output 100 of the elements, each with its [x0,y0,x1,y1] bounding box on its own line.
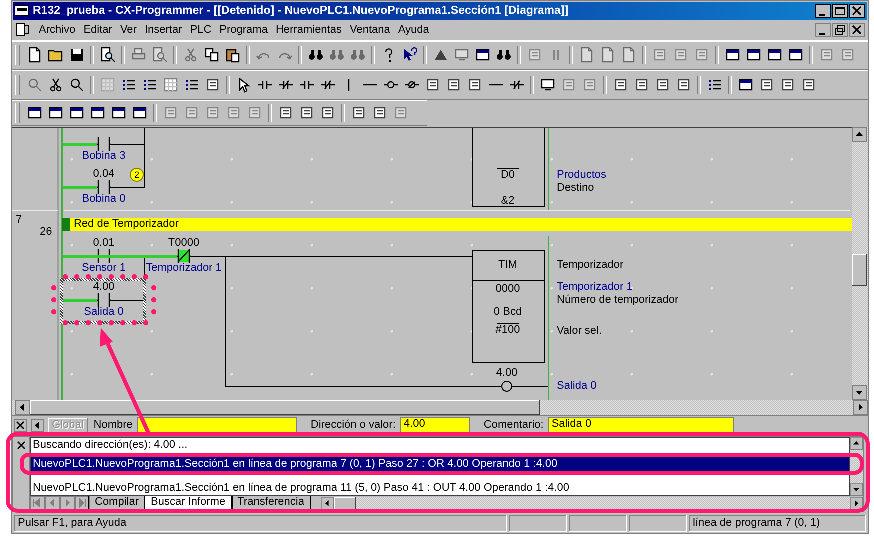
clipboard-icon[interactable] [224,47,240,64]
scroll-up-icon[interactable] [850,436,863,450]
framed-square-icon[interactable] [800,77,816,94]
name-field[interactable] [136,417,297,434]
horizontal-scrollbar[interactable] [12,400,868,416]
operand: 0000 [496,282,520,296]
monitor-icon[interactable] [540,77,556,94]
window-icon[interactable] [68,104,84,121]
scroll-down-icon[interactable] [850,482,863,496]
menu-item[interactable]: PLC [186,24,216,36]
scissors-icon[interactable] [48,77,64,94]
framed-square-icon[interactable] [612,77,628,94]
scroll-thumb[interactable] [30,400,540,416]
operand: &2 [501,194,515,208]
help-pointer-icon[interactable] [402,47,418,64]
field-label: Nombre [94,419,133,432]
framed-square-icon[interactable] [204,77,220,94]
rung-number: 7 [16,214,22,227]
close-icon[interactable] [16,440,26,451]
framed-square-icon[interactable] [634,77,650,94]
window-icon[interactable] [26,104,42,121]
scroll-right-icon[interactable] [850,496,863,510]
output-line[interactable]: Buscando dirección(es): 4.00 ... [31,438,849,452]
app-icon [15,4,29,17]
operand: 0 Bcd [494,306,522,319]
power-flow-line [63,298,97,302]
menu-item[interactable]: Ayuda [394,24,434,36]
scroll-right-icon[interactable] [853,400,868,416]
contact-address: 0.01 [93,236,115,250]
contact-address: T0000 [168,236,200,250]
framed-square-icon[interactable] [466,77,482,94]
framed-square-icon[interactable] [654,77,670,94]
framed-square-icon[interactable] [350,104,366,121]
close-icon[interactable] [849,23,865,38]
framed-square-icon[interactable] [676,77,692,94]
window-icon[interactable] [90,104,106,121]
operand: #100 [496,324,520,337]
vertical-scrollbar[interactable] [852,126,868,400]
menu-item[interactable]: Archivo [35,24,80,36]
comment-field[interactable]: Salida 0 [548,417,734,434]
framed-square-icon[interactable] [278,104,294,121]
output-tab[interactable]: Transferencia [230,496,312,510]
restore-icon[interactable] [832,23,848,38]
window-icon[interactable] [110,104,126,121]
power-flow-line [63,186,97,189]
scroll-thumb[interactable] [334,496,356,510]
close-icon[interactable] [14,418,27,432]
document-icon[interactable] [26,47,42,64]
scroll-down-icon[interactable] [852,385,867,400]
status-text: Pulsar F1, para Ayuda [14,515,507,532]
framed-square-icon[interactable] [424,77,440,94]
scroll-left-icon[interactable] [321,496,334,510]
address-field[interactable]: 4.00 [400,417,470,434]
close-icon[interactable] [849,4,865,18]
menu-item[interactable]: Programa [216,24,272,36]
framed-square-icon[interactable] [320,104,336,121]
framed-square-icon[interactable] [758,77,774,94]
output-tab[interactable]: Buscar Informe [144,496,233,510]
output-line[interactable]: NuevoPLC1.NuevoPrograma1.Sección1 en línea de programa 11 (5, 0) Paso 41 : OUT 4.00 Operando 1 :4.00 [31,480,849,495]
menu-item[interactable]: Ver [116,24,141,36]
contact-comment: Bobina 0 [82,192,126,206]
minimize-icon[interactable] [815,4,831,18]
window-icon[interactable] [738,77,754,94]
field-label: Comentario: [484,419,544,432]
horizontal-scrollbar[interactable] [321,496,863,510]
menu-item[interactable]: Editar [80,24,116,36]
window-icon[interactable] [724,47,740,64]
zoom-icon[interactable] [68,77,84,94]
framed-square-icon[interactable] [372,104,388,121]
framed-square-icon[interactable] [298,104,314,121]
status-text: línea de programa 7 (0, 1) [689,515,866,532]
field-label: Dirección o valor: [310,419,396,432]
rung-title: Red de Temporizador [74,218,179,230]
document-window-icon[interactable] [15,23,31,38]
framed-square-icon[interactable] [446,77,462,94]
menu-item[interactable]: Insertar [140,24,186,36]
menu-item[interactable]: Ventana [346,24,394,36]
scroll-left-icon[interactable] [15,400,30,416]
grid-icon[interactable] [162,77,178,94]
window-icon[interactable] [132,104,148,121]
window-icon[interactable] [766,47,782,64]
window-icon[interactable] [474,47,490,64]
coil-symbol: Salida 0 [557,380,597,393]
scroll-up-icon[interactable] [852,126,867,142]
maximize-icon[interactable] [832,4,848,18]
framed-square-icon[interactable] [780,77,796,94]
copy-icon[interactable] [204,47,220,64]
minimize-icon[interactable] [815,23,831,38]
operand: D0 [500,168,516,182]
last-tab-icon[interactable] [75,496,90,510]
window-icon[interactable] [48,104,64,121]
operand-description: Destino [557,182,594,195]
window-icon[interactable] [746,47,762,64]
coil-icon [502,380,512,392]
window-icon[interactable] [788,47,804,64]
operand-symbol: Productos [557,168,607,182]
step-number: 26 [40,226,52,239]
menu-item[interactable]: Herramientas [272,24,346,36]
scroll-thumb[interactable] [852,254,867,286]
document-magnifier-icon[interactable] [100,47,116,64]
